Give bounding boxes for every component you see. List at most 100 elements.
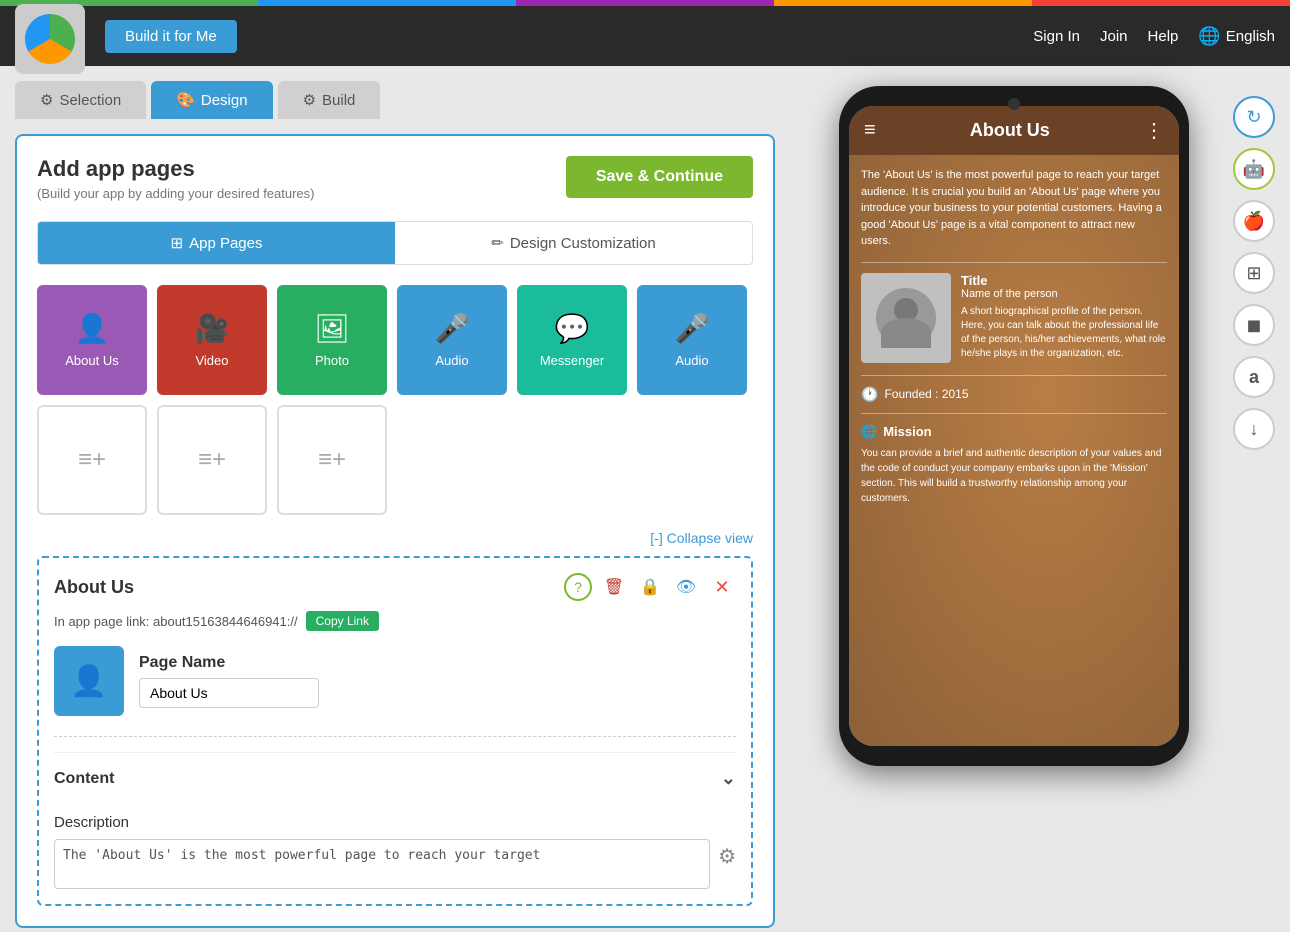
page-name-block: Page Name <box>139 654 319 708</box>
about-link-row: In app page link: about15163844646941://… <box>54 611 736 631</box>
chevron-down-icon: ⌄ <box>721 768 736 789</box>
pages-grid: 👤 About Us 🎥 Video 🖼 Photo 🎤 Audio 💬 <box>37 285 753 515</box>
mission-text: You can provide a brief and authentic de… <box>861 446 1167 506</box>
about-section-header: About Us ? 🗑 🔒 👁 ✕ <box>54 573 736 601</box>
lock-icon[interactable]: 🔒 <box>636 573 664 601</box>
help-link[interactable]: Help <box>1148 28 1179 45</box>
profile-title: Title <box>961 273 1167 288</box>
sign-in-link[interactable]: Sign In <box>1033 28 1080 45</box>
sub-tab-design-customization[interactable]: ✏ Design Customization <box>395 222 752 264</box>
founded-text: Founded : 2015 <box>884 387 968 401</box>
tile-about-us[interactable]: 👤 About Us <box>37 285 147 395</box>
design-icon: 🎨 <box>176 91 195 109</box>
blackberry-button[interactable]: ◼ <box>1233 304 1275 346</box>
edit-icon: ✏ <box>491 234 504 252</box>
chat-icon: 💬 <box>555 312 590 345</box>
close-icon[interactable]: ✕ <box>708 573 736 601</box>
clock-icon: 🕐 <box>861 386 878 403</box>
app-bar: ≡ About Us ⋮ <box>849 106 1179 155</box>
delete-icon[interactable]: 🗑 <box>600 573 628 601</box>
mic-icon-1: 🎤 <box>435 312 470 345</box>
main-card: Add app pages (Build your app by adding … <box>15 134 775 928</box>
side-icons: ↻ 🤖 🍎 ⊞ ◼ a ↓ <box>1228 86 1280 912</box>
collapse-view-link[interactable]: [-] Collapse view <box>37 530 753 546</box>
accordion-header[interactable]: Content ⌄ <box>54 768 736 789</box>
tile-add-3[interactable]: ≡+ <box>277 405 387 515</box>
photo-icon: 🖼 <box>314 312 350 345</box>
in-app-link-label: In app page link: about15163844646941:// <box>54 614 298 629</box>
add-icon-1: ≡+ <box>78 446 106 474</box>
sub-tab-app-pages[interactable]: ⊞ App Pages <box>38 222 395 264</box>
content-label: Content <box>54 770 114 788</box>
content-accordion: Content ⌄ <box>54 752 736 804</box>
add-icon-3: ≡+ <box>318 446 346 474</box>
copy-link-button[interactable]: Copy Link <box>306 611 379 631</box>
description-textarea[interactable] <box>54 839 710 889</box>
language-label: English <box>1226 28 1275 45</box>
tab-build[interactable]: ⚙ Build <box>278 81 381 119</box>
mission-row: 🌐 Mission <box>861 424 1167 440</box>
save-continue-button[interactable]: Save & Continue <box>566 156 753 198</box>
mic-icon-2: 🎤 <box>675 312 710 345</box>
logo <box>15 4 85 74</box>
page-name-row: 👤 Page Name <box>54 646 736 716</box>
card-header: Add app pages (Build your app by adding … <box>37 156 753 201</box>
apple-button[interactable]: 🍎 <box>1233 200 1275 242</box>
more-icon: ⋮ <box>1144 118 1164 143</box>
tab-selection[interactable]: ⚙ Selection <box>15 81 146 119</box>
about-text-preview: The 'About Us' is the most powerful page… <box>861 167 1167 250</box>
hamburger-icon: ≡ <box>864 119 876 142</box>
app-bar-title: About Us <box>876 120 1144 141</box>
about-section-title: About Us <box>54 577 134 598</box>
build-icon: ⚙ <box>303 91 316 109</box>
phone-mockup: ≡ About Us ⋮ The 'About Us' is the most … <box>839 86 1189 766</box>
description-block: Description ⚙ <box>54 814 736 889</box>
phone-body: The 'About Us' is the most powerful page… <box>849 155 1179 746</box>
add-icon-2: ≡+ <box>198 446 226 474</box>
amazon-button[interactable]: a <box>1233 356 1275 398</box>
tile-video[interactable]: 🎥 Video <box>157 285 267 395</box>
build-for-me-button[interactable]: Build it for Me <box>105 20 237 53</box>
about-section: About Us ? 🗑 🔒 👁 ✕ In app page link: abo… <box>37 556 753 906</box>
join-link[interactable]: Join <box>1100 28 1128 45</box>
description-label: Description <box>54 814 736 831</box>
tile-add-2[interactable]: ≡+ <box>157 405 267 515</box>
separator-3 <box>861 413 1167 414</box>
separator-2 <box>861 375 1167 376</box>
eye-icon[interactable]: 👁 <box>672 573 700 601</box>
refresh-button[interactable]: ↻ <box>1233 96 1275 138</box>
language-selector[interactable]: 🌐 English <box>1198 26 1275 47</box>
card-subtitle: (Build your app by adding your desired f… <box>37 186 315 201</box>
tile-messenger[interactable]: 💬 Messenger <box>517 285 627 395</box>
logo-icon <box>25 14 75 64</box>
grid-icon: ⊞ <box>171 234 184 252</box>
separator-1 <box>861 262 1167 263</box>
android-button[interactable]: 🤖 <box>1233 148 1275 190</box>
tile-add-1[interactable]: ≡+ <box>37 405 147 515</box>
founded-row: 🕐 Founded : 2015 <box>861 386 1167 403</box>
page-name-input[interactable] <box>139 678 319 708</box>
gear-icon[interactable]: ⚙ <box>718 844 736 869</box>
profile-image <box>861 273 951 363</box>
tile-audio-1[interactable]: 🎤 Audio <box>397 285 507 395</box>
tab-design[interactable]: 🎨 Design <box>151 81 272 119</box>
mission-title: Mission <box>883 424 931 439</box>
video-icon: 🎥 <box>195 312 230 345</box>
profile-desc: A short biographical profile of the pers… <box>961 305 1167 361</box>
help-icon[interactable]: ? <box>564 573 592 601</box>
download-button[interactable]: ↓ <box>1233 408 1275 450</box>
header-right: Sign In Join Help 🌐 English <box>1033 26 1275 47</box>
card-title: Add app pages <box>37 156 315 182</box>
phone-screen: ≡ About Us ⋮ The 'About Us' is the most … <box>849 106 1179 746</box>
profile-name: Name of the person <box>961 288 1167 300</box>
tile-photo[interactable]: 🖼 Photo <box>277 285 387 395</box>
tile-audio-2[interactable]: 🎤 Audio <box>637 285 747 395</box>
divider <box>54 736 736 737</box>
person-icon-large: 👤 <box>70 664 107 699</box>
profile-info: Title Name of the person A short biograp… <box>961 273 1167 363</box>
windows-button[interactable]: ⊞ <box>1233 252 1275 294</box>
left-panel: ⚙ Selection 🎨 Design ⚙ Build Add app pag… <box>0 66 790 932</box>
person-icon: 👤 <box>75 312 110 345</box>
settings-icon: ⚙ <box>40 91 53 109</box>
description-row: ⚙ <box>54 839 736 889</box>
